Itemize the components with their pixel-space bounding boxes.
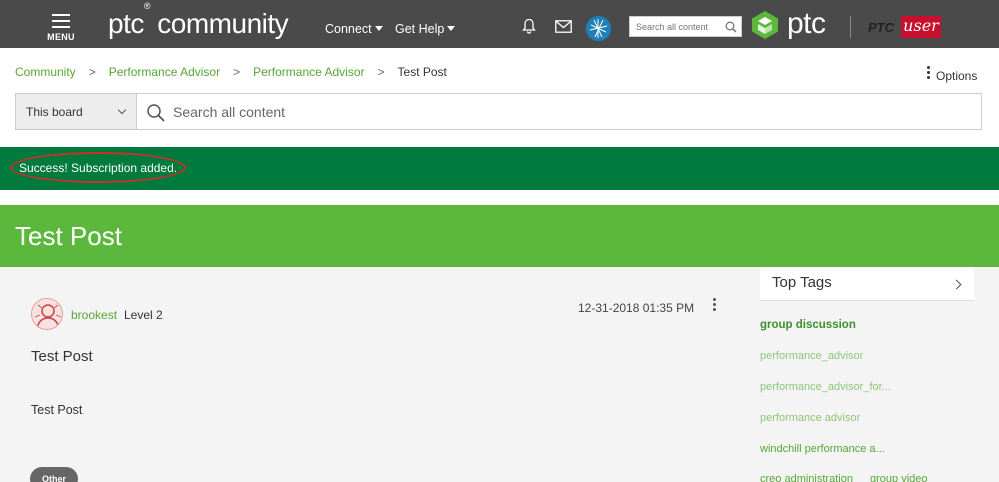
nav-connect-label: Connect	[325, 22, 372, 36]
nav-get-help-label: Get Help	[395, 22, 445, 36]
tag-link[interactable]: group discussion	[760, 319, 856, 331]
header-search-input[interactable]	[636, 19, 724, 34]
user-avatar[interactable]	[586, 16, 611, 41]
options-label: Options	[936, 69, 978, 83]
breadcrumb-separator: >	[88, 65, 96, 79]
header-search-box[interactable]	[629, 16, 742, 37]
tag-link[interactable]: creo administration	[760, 473, 853, 482]
post-timestamp: 12-31-2018 01:35 PM	[578, 301, 695, 315]
tag-link[interactable]: windchill performance a...	[760, 443, 885, 455]
top-tags-title: Top Tags	[772, 274, 832, 291]
nav-get-help[interactable]: Get Help	[395, 22, 456, 36]
top-nav-bar: MENU ptc® community Connect Get Help ptc…	[0, 0, 999, 48]
kebab-icon	[927, 66, 930, 81]
page-title: Test Post	[15, 221, 122, 251]
options-menu[interactable]: Options	[927, 66, 977, 83]
logo-registered-mark: ®	[143, 0, 151, 11]
menu-button[interactable]: MENU	[42, 12, 80, 46]
tag-link[interactable]: performance advisor	[760, 412, 860, 424]
tag-link[interactable]: group video	[870, 473, 928, 482]
success-banner: Success! Subscription added.	[0, 147, 999, 190]
ptc-brand-text[interactable]: ptc	[787, 7, 826, 41]
avatar-pattern-icon	[586, 16, 611, 41]
breadcrumb-separator: >	[233, 65, 241, 79]
main-search-box[interactable]	[137, 93, 982, 130]
logo-community: community	[150, 8, 289, 39]
search-icon[interactable]	[725, 21, 737, 33]
ptc-user-logo-user: user	[901, 16, 941, 38]
author-avatar[interactable]	[31, 298, 63, 330]
author-name-link[interactable]: brookest	[71, 308, 117, 322]
caret-down-icon	[374, 26, 383, 31]
tag-link[interactable]: performance_advisor	[760, 350, 863, 362]
menu-label: MENU	[47, 32, 75, 42]
post-tag-pill[interactable]: Other	[30, 467, 78, 482]
hamburger-icon	[52, 14, 70, 28]
top-tags-header[interactable]: Top Tags	[760, 267, 974, 301]
breadcrumb-current: Test Post	[397, 65, 447, 79]
author-level: Level 2	[124, 308, 163, 322]
breadcrumb-performance-advisor-category[interactable]: Performance Advisor	[109, 65, 220, 79]
page-title-banner: Test Post	[0, 205, 999, 267]
bell-icon[interactable]	[521, 18, 537, 34]
post-actions-kebab-icon[interactable]	[711, 298, 717, 312]
post-title: Test Post	[31, 348, 93, 365]
ptc-brand-icon[interactable]	[750, 10, 780, 40]
community-logo[interactable]: ptc® community	[108, 1, 289, 40]
top-tags-sidebar: Top Tags group discussion performance_ad…	[760, 267, 974, 482]
search-scope-select[interactable]: This board	[15, 93, 137, 130]
ptc-user-logo-ptc: PTC	[868, 20, 894, 35]
header-divider	[850, 16, 851, 38]
logo-ptc: ptc	[108, 8, 144, 39]
tag-link[interactable]: performance_advisor_for...	[760, 381, 891, 393]
breadcrumb-community[interactable]: Community	[15, 65, 76, 79]
breadcrumb: Community > Performance Advisor > Performanc…	[15, 65, 447, 79]
chevron-right-icon[interactable]	[951, 279, 962, 290]
nav-connect[interactable]: Connect	[325, 22, 383, 36]
annotation-oval	[10, 152, 186, 183]
main-search-input[interactable]	[173, 102, 953, 122]
chevron-down-icon	[117, 105, 127, 115]
breadcrumb-separator: >	[377, 65, 385, 79]
ptc-user-logo[interactable]: PTC user	[868, 16, 943, 38]
post-body: Test Post	[31, 403, 83, 417]
search-scope-value: This board	[26, 105, 83, 119]
mail-icon[interactable]	[555, 20, 572, 33]
caret-down-icon	[447, 26, 456, 31]
breadcrumb-performance-advisor-board[interactable]: Performance Advisor	[253, 65, 364, 79]
search-icon[interactable]	[146, 103, 166, 123]
